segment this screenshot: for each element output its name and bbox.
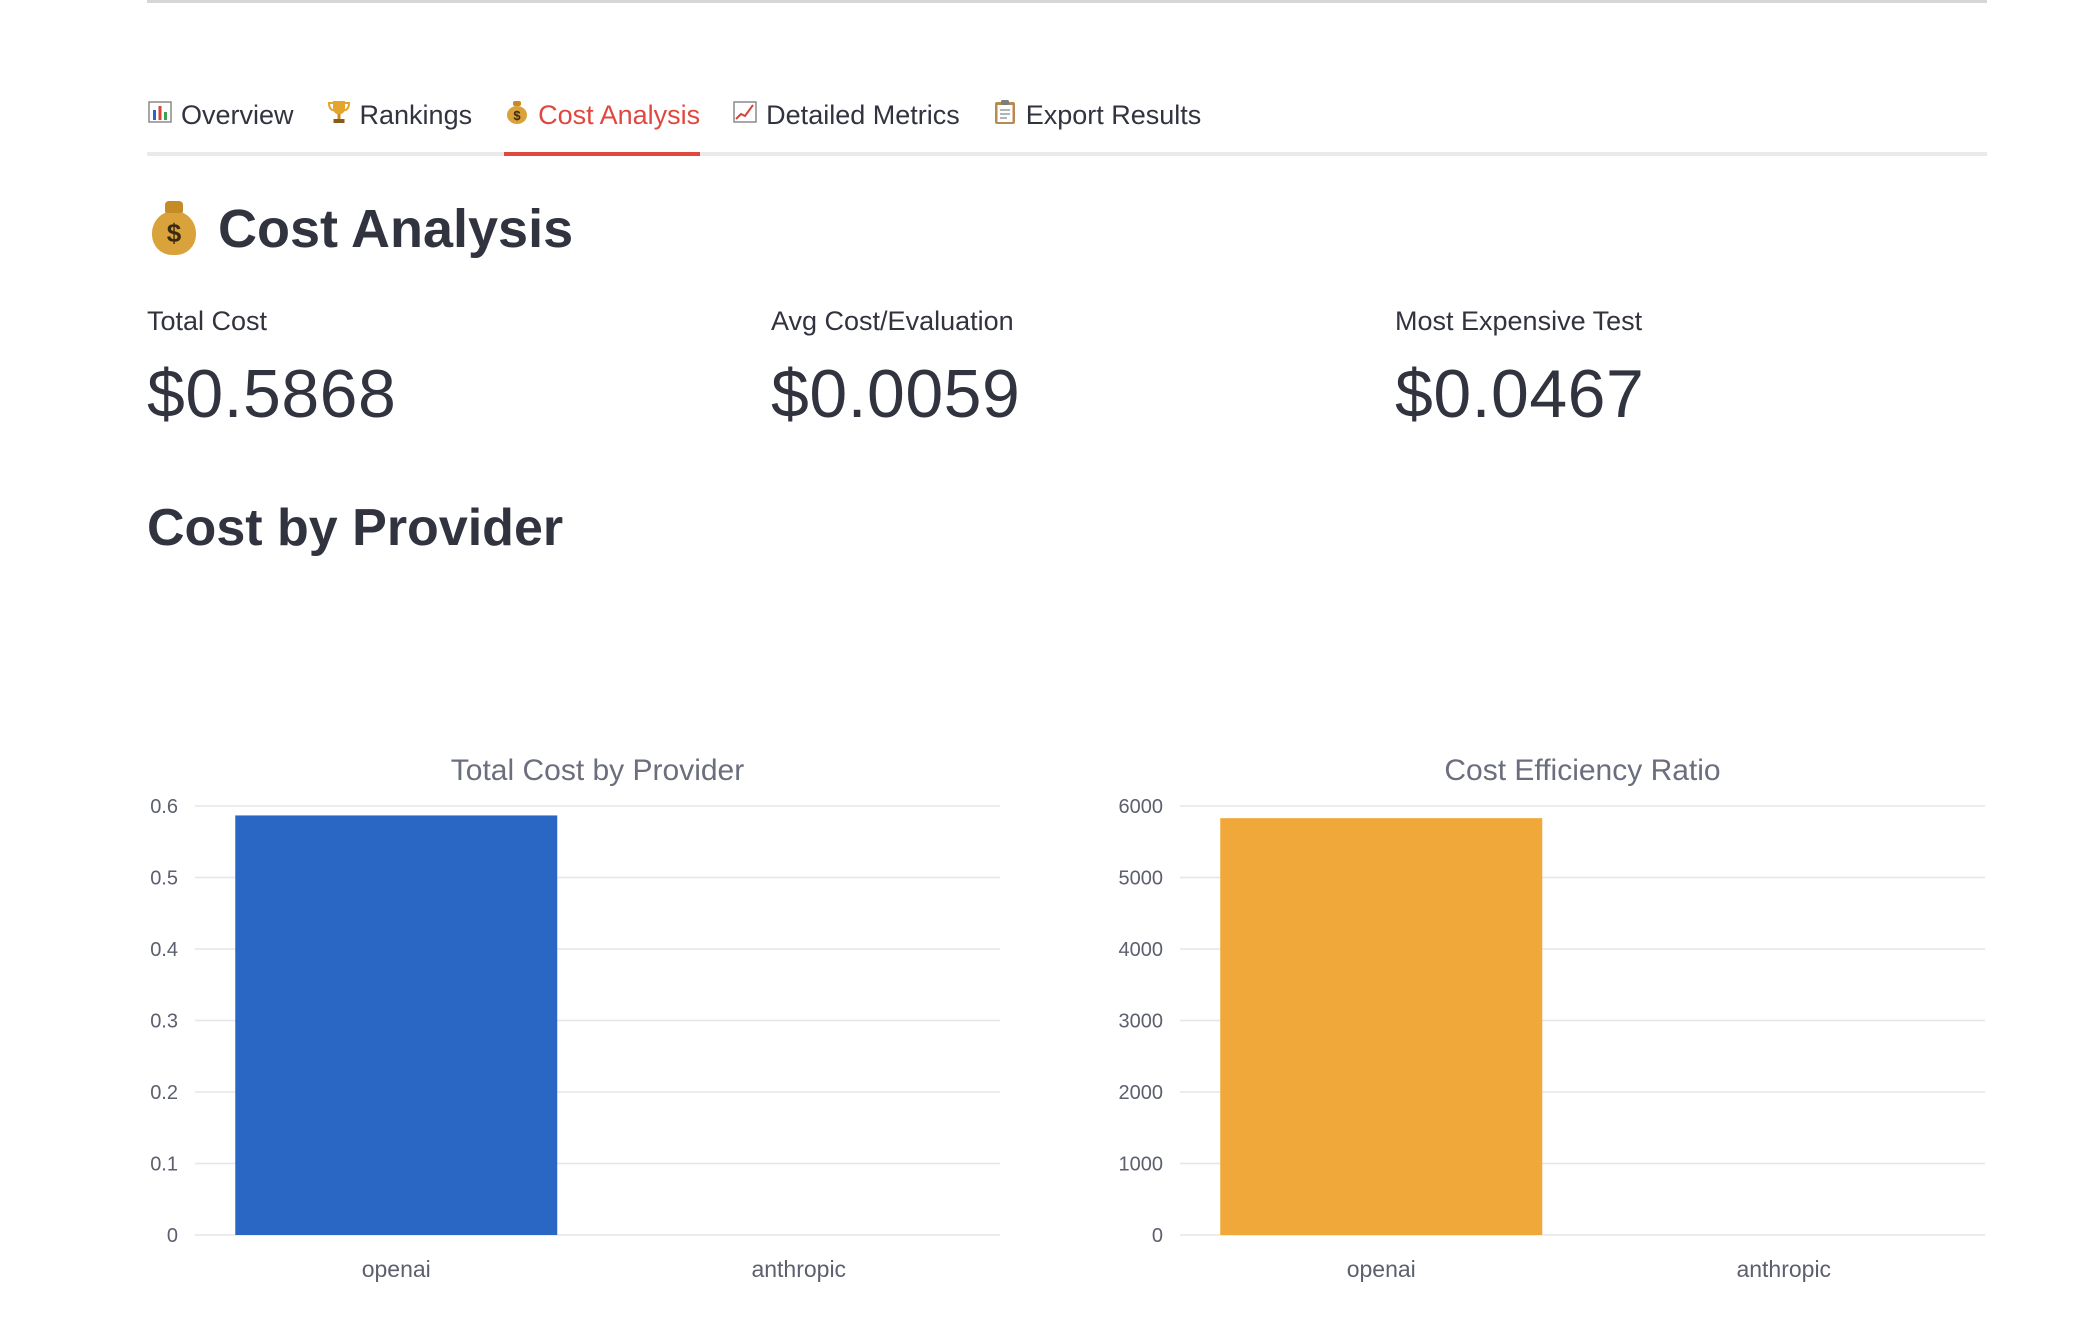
- metric-value: $0.0059: [771, 356, 1021, 432]
- y-tick-label: 2000: [1119, 1082, 1164, 1104]
- tab-rankings-label: Rankings: [359, 99, 473, 130]
- money-bag-icon: $: [150, 201, 200, 255]
- trophy-icon: [326, 99, 352, 132]
- x-tick-label: anthropic: [751, 1256, 846, 1282]
- y-tick-label: 4000: [1119, 939, 1164, 961]
- tab-export-results-label: Export Results: [1025, 99, 1202, 130]
- bar-openai[interactable]: [1220, 818, 1543, 1235]
- y-tick-label: 0: [167, 1225, 178, 1247]
- y-tick-label: 0.1: [150, 1154, 178, 1176]
- cost-efficiency-chart-svg: Cost Efficiency Ratio 0 1000 2000 3000 4000 50…: [1119, 754, 1985, 1282]
- y-tick-label: 0.6: [150, 796, 178, 818]
- tab-detailed-metrics-label: Detailed Metrics: [766, 99, 960, 130]
- metric-avg-cost: Avg Cost/Evaluation $0.0059: [771, 306, 1020, 433]
- metric-value: $0.0467: [1395, 356, 1645, 432]
- cost-efficiency-chart: Cost Efficiency Ratio 0 1000 2000 3000 4000 50…: [1105, 740, 2086, 1300]
- x-tick-label: openai: [362, 1256, 431, 1282]
- chart-title: Cost Efficiency Ratio: [1444, 754, 1720, 787]
- metric-value: $0.5868: [147, 356, 397, 432]
- metric-label: Avg Cost/Evaluation: [771, 306, 1014, 336]
- total-cost-chart: Total Cost by Provider 0 0.1 0.2 0.3 0.4 0.5 0.…: [120, 740, 1140, 1300]
- tab-overview-label: Overview: [181, 99, 294, 130]
- bar-openai[interactable]: [235, 815, 558, 1235]
- total-cost-chart-svg: Total Cost by Provider 0 0.1 0.2 0.3 0.4 0.5 0.…: [150, 754, 1000, 1282]
- metric-label: Most Expensive Test: [1395, 306, 1643, 336]
- chart-title: Total Cost by Provider: [451, 754, 744, 787]
- y-tick-label: 0.5: [150, 868, 178, 890]
- svg-text:$: $: [513, 108, 521, 123]
- metric-most-expensive: Most Expensive Test $0.0467: [1395, 306, 1644, 433]
- clipboard-icon: [992, 99, 1018, 132]
- y-tick-label: 0.4: [150, 939, 178, 961]
- tab-cost-analysis[interactable]: $ Cost Analysis: [504, 82, 701, 156]
- tab-export-results[interactable]: Export Results: [992, 82, 1202, 152]
- y-tick-label: 5000: [1119, 868, 1164, 890]
- top-divider: [147, 0, 1987, 3]
- x-tick-label: openai: [1347, 1256, 1416, 1282]
- tab-detailed-metrics[interactable]: Detailed Metrics: [732, 82, 960, 152]
- y-tick-label: 3000: [1119, 1011, 1164, 1033]
- x-tick-label: anthropic: [1736, 1256, 1831, 1282]
- tab-bar: Overview Rankings $ Cost Analysis Detail…: [147, 82, 1987, 156]
- page-title-text: Cost Analysis: [218, 199, 574, 259]
- money-bag-icon: $: [504, 100, 530, 131]
- metric-total-cost: Total Cost $0.5868: [147, 306, 396, 433]
- page-title: $ Cost Analysis: [150, 198, 573, 260]
- y-tick-label: 6000: [1119, 796, 1164, 818]
- y-tick-label: 0.2: [150, 1082, 178, 1104]
- y-tick-label: 0.3: [150, 1011, 178, 1033]
- y-tick-label: 1000: [1119, 1154, 1164, 1176]
- y-tick-label: 0: [1152, 1225, 1163, 1247]
- tab-overview[interactable]: Overview: [147, 82, 294, 152]
- tab-cost-analysis-label: Cost Analysis: [538, 99, 701, 130]
- metric-label: Total Cost: [147, 306, 268, 336]
- bar-chart-icon: [147, 100, 173, 131]
- section-title: Cost by Provider: [147, 499, 564, 557]
- tab-rankings[interactable]: Rankings: [326, 82, 473, 152]
- chart-increasing-icon: [732, 100, 758, 131]
